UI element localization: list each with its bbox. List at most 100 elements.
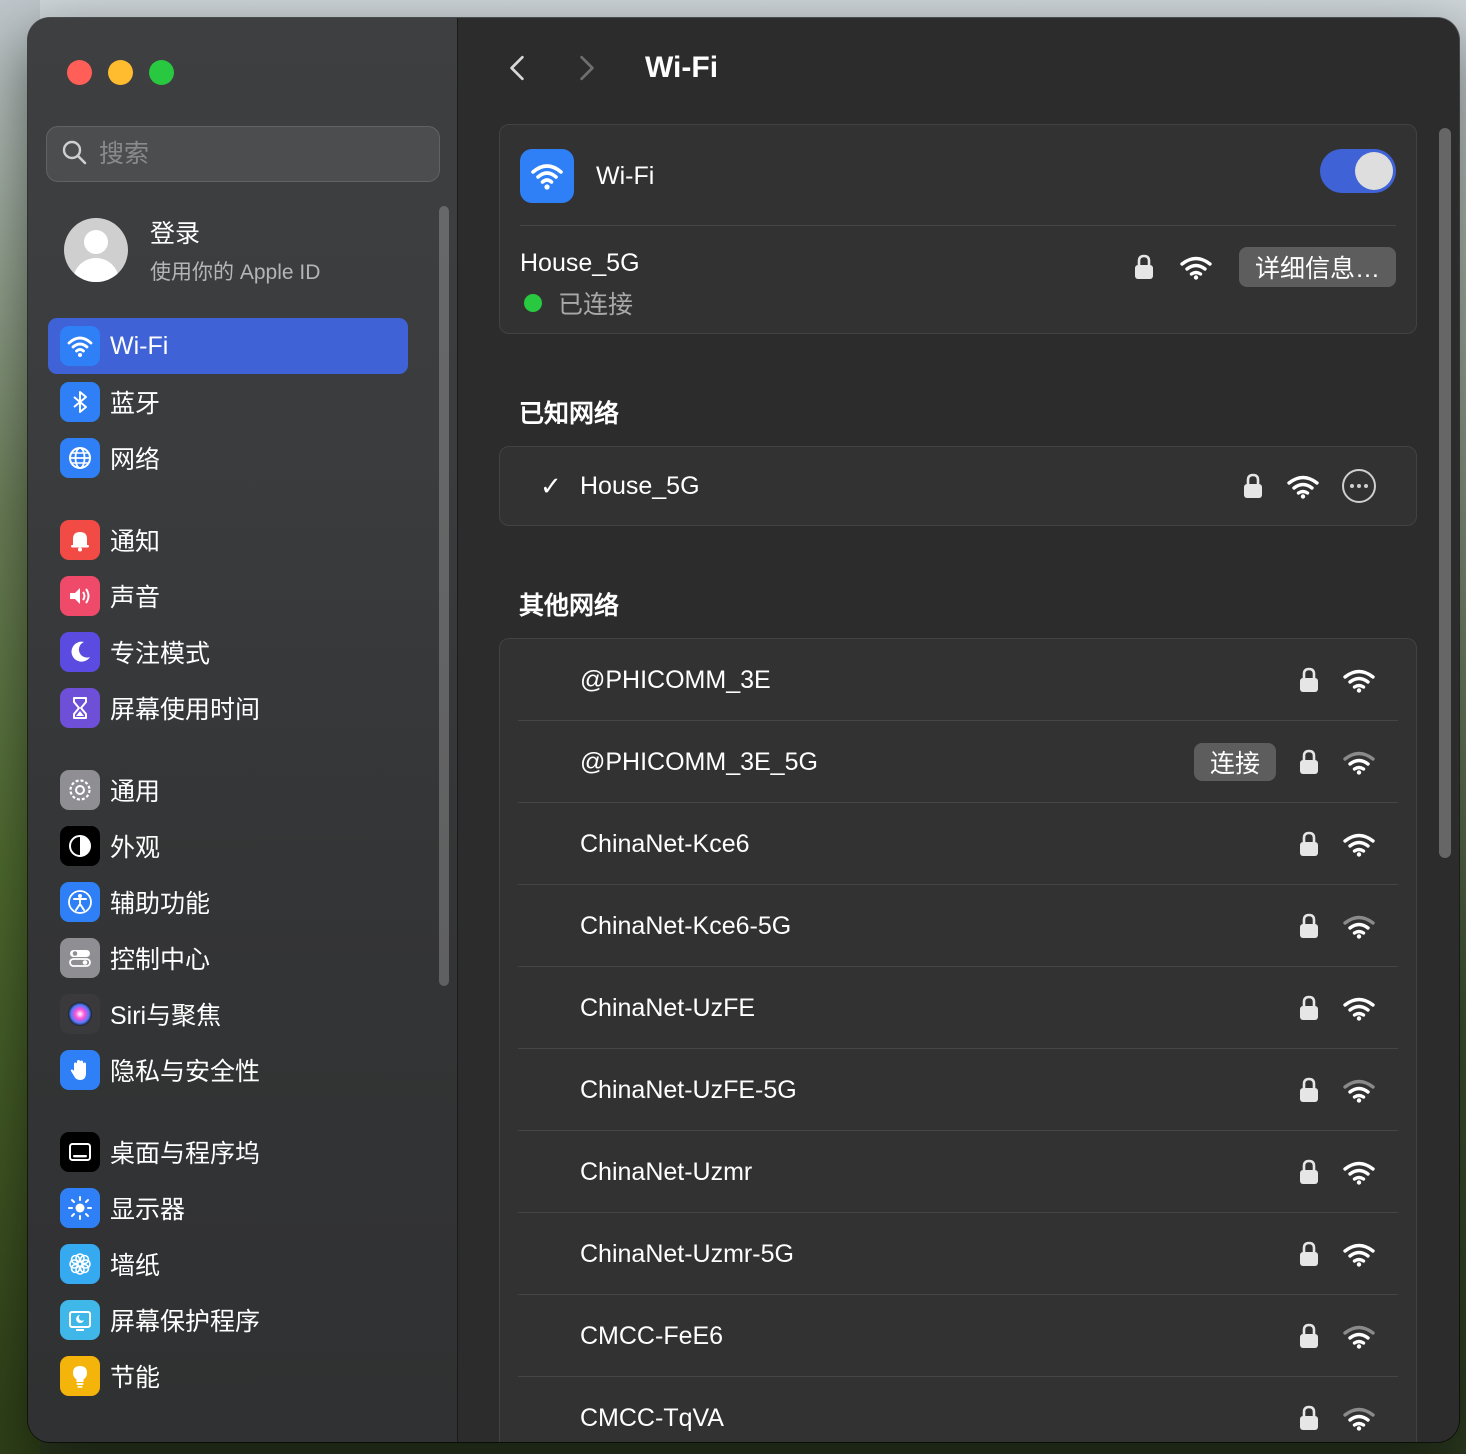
sidebar-item-globe[interactable]: 网络 xyxy=(48,430,408,486)
apple-id-account[interactable]: 登录 使用你的 Apple ID xyxy=(64,214,320,286)
sidebar-item-label: 辅助功能 xyxy=(110,890,211,918)
connection-status-text: 已连接 xyxy=(558,291,634,319)
zoom-button[interactable] xyxy=(149,60,174,85)
sidebar-item-speaker[interactable]: 声音 xyxy=(48,568,408,624)
connect-button[interactable]: 连接 xyxy=(1193,743,1276,781)
network-row[interactable]: ChinaNet-Kce6 xyxy=(500,803,1416,885)
connection-status: 已连接 xyxy=(524,285,633,321)
network-name: @PHICOMM_3E xyxy=(580,665,771,694)
known-networks-card: ✓ House_5G xyxy=(499,446,1417,526)
wifi-signal-icon xyxy=(1342,913,1376,939)
sidebar-item-hourglass[interactable]: 屏幕使用时间 xyxy=(48,680,408,736)
sidebar-item-control-center[interactable]: 控制中心 xyxy=(48,930,408,986)
details-button[interactable]: 详细信息… xyxy=(1238,247,1396,287)
lock-icon xyxy=(1298,830,1320,858)
sidebar-item-siri[interactable]: Siri与聚焦 xyxy=(48,986,408,1042)
sidebar-scrollbar[interactable] xyxy=(439,206,449,986)
sidebar-item-bell[interactable]: 通知 xyxy=(48,512,408,568)
sidebar-item-wifi[interactable]: Wi-Fi xyxy=(48,318,408,374)
sidebar-item-dock[interactable]: 桌面与程序坞 xyxy=(48,1124,408,1180)
page-title: Wi-Fi xyxy=(645,51,719,84)
network-row[interactable]: @PHICOMM_3E_5G 连接 xyxy=(500,721,1416,803)
bell-icon xyxy=(60,520,100,560)
wifi-toggle[interactable] xyxy=(1320,149,1396,193)
control-center-icon xyxy=(60,938,100,978)
sidebar-item-label: 通用 xyxy=(110,778,161,806)
search-field[interactable] xyxy=(46,126,440,182)
network-row[interactable]: CMCC-FeE6 xyxy=(500,1295,1416,1377)
network-row[interactable]: ChinaNet-UzFE xyxy=(500,967,1416,1049)
speaker-icon xyxy=(60,576,100,616)
search-input[interactable] xyxy=(99,139,399,169)
sidebar-item-label: Wi-Fi xyxy=(110,331,169,360)
wifi-signal-icon xyxy=(1342,667,1376,693)
network-row[interactable]: @PHICOMM_3E xyxy=(500,639,1416,721)
network-row[interactable]: ChinaNet-UzFE-5G xyxy=(500,1049,1416,1131)
wifi-signal-icon xyxy=(1342,749,1376,775)
sidebar-item-hand[interactable]: 隐私与安全性 xyxy=(48,1042,408,1098)
avatar xyxy=(64,218,128,282)
wifi-signal-icon xyxy=(1342,1077,1376,1103)
sidebar-item-screensaver[interactable]: 屏幕保护程序 xyxy=(48,1292,408,1348)
known-network-name: House_5G xyxy=(580,471,700,500)
appearance-icon xyxy=(60,826,100,866)
gear-icon xyxy=(60,770,100,810)
wifi-signal-icon xyxy=(1342,1405,1376,1431)
lock-icon xyxy=(1298,1158,1320,1186)
more-options-button[interactable] xyxy=(1342,469,1376,503)
wifi-signal-icon xyxy=(1342,995,1376,1021)
globe-icon xyxy=(60,438,100,478)
network-row[interactable]: ChinaNet-Uzmr xyxy=(500,1131,1416,1213)
forward-button[interactable] xyxy=(567,48,607,88)
search-icon xyxy=(61,139,87,170)
network-name: @PHICOMM_3E_5G xyxy=(580,747,818,776)
network-row[interactable]: ChinaNet-Kce6-5G xyxy=(500,885,1416,967)
sidebar-item-lightbulb[interactable]: 节能 xyxy=(48,1348,408,1404)
network-row[interactable]: ChinaNet-Uzmr-5G xyxy=(500,1213,1416,1295)
main-scrollbar[interactable] xyxy=(1439,128,1451,858)
sidebar-item-label: 桌面与程序坞 xyxy=(110,1140,261,1168)
sidebar-item-moon[interactable]: 专注模式 xyxy=(48,624,408,680)
sidebar-item-appearance[interactable]: 外观 xyxy=(48,818,408,874)
settings-window: 登录 使用你的 Apple ID Wi-Fi 蓝牙网络通知声音专注模式屏幕使用时间… xyxy=(28,18,1459,1442)
sidebar-list: Wi-Fi 蓝牙 网络通知声音专注模式屏幕使用时间通用外观辅助功能控制中心 Siri与… xyxy=(48,318,408,1404)
sidebar-item-flower[interactable]: 墙纸 xyxy=(48,1236,408,1292)
checkmark-icon: ✓ xyxy=(540,470,562,501)
lock-icon xyxy=(1298,1240,1320,1268)
lock-icon xyxy=(1298,1076,1320,1104)
wifi-icon xyxy=(60,326,100,366)
hourglass-icon xyxy=(60,688,100,728)
lock-icon xyxy=(1298,994,1320,1022)
minimize-button[interactable] xyxy=(108,60,133,85)
sidebar-item-label: 通知 xyxy=(110,528,161,556)
network-name: CMCC-TqVA xyxy=(580,1403,724,1432)
sidebar-item-gear[interactable]: 通用 xyxy=(48,762,408,818)
wifi-signal-icon xyxy=(1342,1241,1376,1267)
wifi-icon xyxy=(520,149,574,203)
sidebar-item-label: 声音 xyxy=(110,584,161,612)
lock-icon xyxy=(1298,666,1320,694)
sidebar-item-sun[interactable]: 显示器 xyxy=(48,1180,408,1236)
sidebar-item-bluetooth[interactable]: 蓝牙 xyxy=(48,374,408,430)
known-network-row[interactable]: ✓ House_5G xyxy=(500,447,1416,525)
lightbulb-icon xyxy=(60,1356,100,1396)
network-row[interactable]: CMCC-TqVA xyxy=(500,1377,1416,1442)
wifi-signal-icon xyxy=(1342,831,1376,857)
siri-icon xyxy=(60,994,100,1034)
sidebar-item-label: 专注模式 xyxy=(110,640,211,668)
flower-icon xyxy=(60,1244,100,1284)
lock-icon xyxy=(1133,253,1155,281)
network-name: ChinaNet-Uzmr-5G xyxy=(580,1239,794,1268)
accessibility-icon xyxy=(60,882,100,922)
wifi-label: Wi-Fi xyxy=(596,161,655,190)
hand-icon xyxy=(60,1050,100,1090)
network-name: ChinaNet-UzFE xyxy=(580,993,756,1022)
back-button[interactable] xyxy=(497,48,537,88)
close-button[interactable] xyxy=(67,60,92,85)
other-networks-title: 其他网络 xyxy=(519,592,620,620)
moon-icon xyxy=(60,632,100,672)
network-name: ChinaNet-Kce6-5G xyxy=(580,911,792,940)
sidebar-item-accessibility[interactable]: 辅助功能 xyxy=(48,874,408,930)
sidebar-item-label: 屏幕保护程序 xyxy=(110,1308,261,1336)
